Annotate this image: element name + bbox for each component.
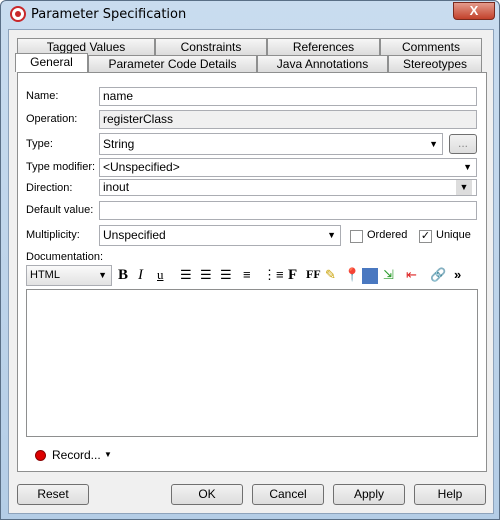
name-label: Name: <box>26 90 59 102</box>
reset-button[interactable]: Reset <box>17 484 89 505</box>
documentation-label: Documentation: <box>26 251 104 263</box>
type-label: Type: <box>26 138 53 150</box>
font-size-button[interactable]: FF <box>306 267 321 282</box>
chevron-down-icon: ▼ <box>456 180 472 195</box>
multiplicity-label: Multiplicity: <box>26 229 80 241</box>
window-title: Parameter Specification <box>31 7 187 22</box>
chevron-down-icon: ▼ <box>98 270 107 280</box>
font-button[interactable]: F <box>288 267 297 284</box>
insert-row-icon[interactable]: ⇲ <box>383 267 394 283</box>
ok-button[interactable]: OK <box>171 484 243 505</box>
multiplicity-value: Unspecified <box>103 228 166 242</box>
tab-parameter-code-details[interactable]: Parameter Code Details <box>88 55 257 72</box>
dialog-window: Parameter Specification X Tagged Values … <box>0 0 500 520</box>
type-modifier-label: Type modifier: <box>26 161 96 173</box>
highlight-icon[interactable]: ✎ <box>325 267 336 283</box>
insert-table-icon[interactable] <box>362 268 378 284</box>
tab-general[interactable]: General <box>15 53 88 72</box>
pin-icon[interactable]: 📍 <box>344 267 360 283</box>
numbered-list-icon[interactable]: ≡ <box>243 267 251 282</box>
align-left-icon[interactable]: ☰ <box>180 267 192 283</box>
record-icon[interactable] <box>35 450 46 461</box>
operation-label: Operation: <box>26 113 78 125</box>
type-value: String <box>103 137 135 151</box>
format-select[interactable]: HTML ▼ <box>26 265 112 286</box>
record-dropdown-icon[interactable]: ▼ <box>104 450 112 459</box>
general-panel: Name: name Operation: registerClass Type… <box>17 72 487 472</box>
type-browse-button[interactable]: ... <box>449 134 477 154</box>
ordered-checkbox[interactable] <box>350 230 363 243</box>
cancel-button[interactable]: Cancel <box>252 484 324 505</box>
name-input[interactable]: name <box>99 87 477 106</box>
unique-checkbox[interactable]: ✓ <box>419 230 432 243</box>
ordered-label: Ordered <box>367 229 408 241</box>
align-center-icon[interactable]: ☰ <box>200 267 212 283</box>
record-button[interactable]: Record... <box>52 448 101 462</box>
delete-row-icon[interactable]: ⇤ <box>406 267 417 283</box>
direction-value: inout <box>103 180 130 194</box>
type-modifier-value: <Unspecified> <box>103 160 180 174</box>
italic-button[interactable]: I <box>138 267 143 284</box>
chevron-down-icon: ▼ <box>429 139 438 149</box>
chevron-down-icon: ▼ <box>463 162 472 172</box>
bullet-list-icon[interactable]: ⋮≡ <box>263 267 284 283</box>
default-value-label: Default value: <box>26 204 94 216</box>
type-combo[interactable]: String ▼ <box>99 133 443 155</box>
direction-combo[interactable]: inout ▼ <box>99 179 477 196</box>
more-icon[interactable]: » <box>454 267 461 282</box>
apply-button[interactable]: Apply <box>333 484 405 505</box>
dialog-client: Tagged Values Constraints References Com… <box>8 29 494 514</box>
documentation-editor[interactable] <box>26 289 478 437</box>
bold-button[interactable]: B <box>118 267 128 284</box>
unique-label: Unique <box>436 229 471 241</box>
tab-stereotypes[interactable]: Stereotypes <box>388 55 482 72</box>
operation-field: registerClass <box>99 110 477 129</box>
documentation-toolbar: HTML ▼ B I u ☰ ☰ ☰ ≡ ⋮≡ F FF ✎ 📍 ⇲ ⇤ 🔗 » <box>26 264 478 288</box>
format-value: HTML <box>30 269 60 281</box>
align-right-icon[interactable]: ☰ <box>220 267 232 283</box>
tab-comments[interactable]: Comments <box>380 38 482 55</box>
close-button[interactable]: X <box>453 2 495 20</box>
tab-constraints[interactable]: Constraints <box>155 38 267 55</box>
tab-references[interactable]: References <box>267 38 380 55</box>
help-button[interactable]: Help <box>414 484 486 505</box>
default-value-input[interactable] <box>99 201 477 220</box>
direction-label: Direction: <box>26 182 73 194</box>
tab-java-annotations[interactable]: Java Annotations <box>257 55 388 72</box>
chevron-down-icon: ▼ <box>327 230 336 240</box>
underline-button[interactable]: u <box>157 267 164 283</box>
multiplicity-combo[interactable]: Unspecified ▼ <box>99 225 341 246</box>
type-modifier-combo[interactable]: <Unspecified> ▼ <box>99 158 477 177</box>
app-icon <box>10 6 26 22</box>
link-icon[interactable]: 🔗 <box>430 267 446 283</box>
